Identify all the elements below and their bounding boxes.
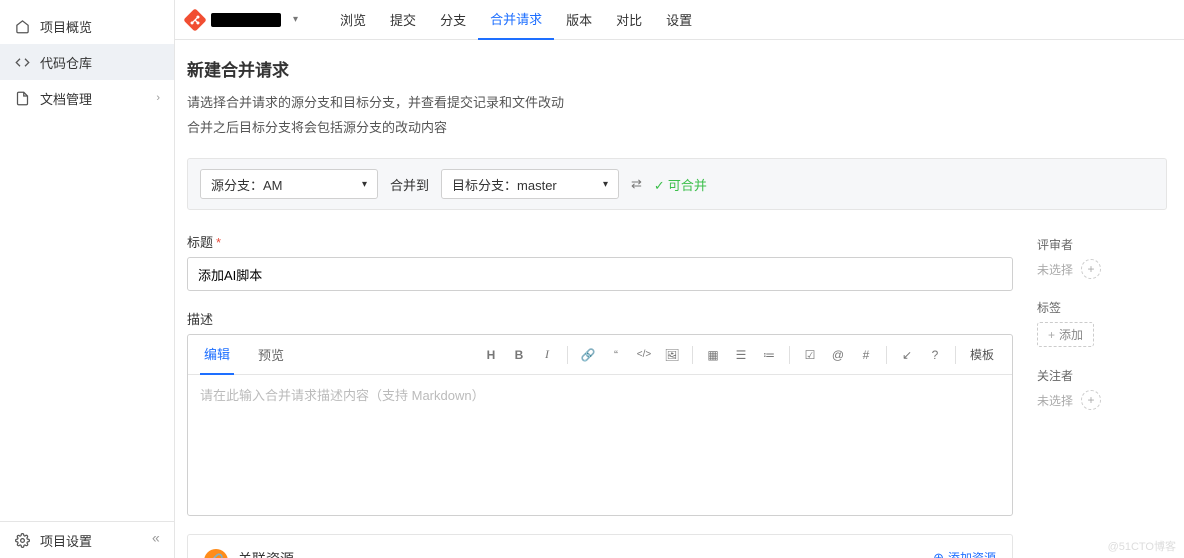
add-resource-button[interactable]: 添加资源 [933,549,996,558]
follower-unset: 未选择 [1037,392,1073,409]
image-icon[interactable]: 🖼 [660,343,684,367]
add-follower-button[interactable]: + [1081,390,1101,410]
gear-icon [14,532,30,548]
reviewer-label: 评审者 [1037,236,1167,253]
repo-tabs: ▾ 浏览 提交 分支 合并请求 版本 对比 设置 [175,0,1184,40]
add-reviewer-button[interactable]: + [1081,259,1101,279]
editor-tab-edit[interactable]: 编辑 [200,335,234,375]
branch-selector-bar: 源分支：AM ▾ 合并到 目标分支：master ▾ ⇄ 可合并 [187,158,1167,210]
mergeable-status: 可合并 [654,175,707,194]
related-resources-box: 🔗 关联资源 点击右上角"+"关联项目资源（里程碑、任务、合并请求等）及添加外部… [187,534,1013,558]
link-icon[interactable]: 🔗 [576,343,600,367]
collapse-icon[interactable]: » [152,532,160,548]
page-subtitle-1: 请选择合并请求的源分支和目标分支，并查看提交记录和文件改动 [187,91,1184,116]
fullscreen-icon[interactable]: ↙ [895,343,919,367]
code-icon [14,54,30,70]
sidebar-item-label: 文档管理 [40,89,92,108]
git-icon [181,5,209,33]
sidebar-item-label: 代码仓库 [40,53,92,72]
sidebar-item-overview[interactable]: 项目概览 [0,8,174,44]
chevron-down-icon: ▾ [603,179,608,190]
desc-label: 描述 [187,309,1013,328]
tab-compare[interactable]: 对比 [604,0,654,40]
tab-browse[interactable]: 浏览 [328,0,378,40]
repo-switch-caret[interactable]: ▾ [293,14,298,25]
description-editor: 编辑 预览 H B I 🔗 “ </> 🖼 [187,334,1013,516]
mention-icon[interactable]: @ [826,343,850,367]
sidebar-item-label: 项目概览 [40,17,92,36]
sidebar-item-docs[interactable]: 文档管理 › [0,80,174,116]
page-subtitle-2: 合并之后目标分支将会包括源分支的改动内容 [187,116,1184,141]
code-icon[interactable]: </> [632,343,656,367]
tab-branches[interactable]: 分支 [428,0,478,40]
chevron-down-icon: ▾ [362,179,367,190]
follower-label: 关注者 [1037,367,1167,384]
sidebar: 项目概览 代码仓库 文档管理 › [0,0,175,558]
title-input[interactable] [187,257,1013,291]
sidebar-item-repo[interactable]: 代码仓库 [0,44,174,80]
resource-title: 关联资源 [238,549,933,558]
bold-icon[interactable]: B [507,343,531,367]
title-label: 标题* [187,232,1013,251]
tab-merge-requests[interactable]: 合并请求 [478,0,554,40]
swap-branches-icon[interactable]: ⇄ [631,176,642,192]
quote-icon[interactable]: “ [604,343,628,367]
source-branch-select[interactable]: 源分支：AM ▾ [200,169,378,199]
sidebar-item-settings[interactable]: 项目设置 » [0,522,174,558]
hash-icon[interactable]: # [854,343,878,367]
tab-settings[interactable]: 设置 [654,0,704,40]
chevron-right-icon: › [156,92,160,104]
italic-icon[interactable]: I [535,343,559,367]
repo-name-redacted [211,13,281,27]
tag-label: 标签 [1037,299,1167,316]
template-button[interactable]: 模板 [964,346,1000,363]
sidebar-settings-label: 项目设置 [40,531,92,550]
tab-commits[interactable]: 提交 [378,0,428,40]
home-icon [14,18,30,34]
watermark: @51CTO博客 [1108,538,1176,554]
link-icon: 🔗 [204,549,228,558]
target-branch-select[interactable]: 目标分支：master ▾ [441,169,619,199]
merge-to-label: 合并到 [390,175,429,194]
list-ol-icon[interactable]: ≔ [757,343,781,367]
editor-tab-preview[interactable]: 预览 [254,335,288,375]
list-ul-icon[interactable]: ☰ [729,343,753,367]
add-tag-button[interactable]: 添加 [1037,322,1094,347]
description-textarea[interactable]: 请在此输入合并请求描述内容（支持 Markdown） [188,375,1012,515]
heading-icon[interactable]: H [479,343,503,367]
tab-releases[interactable]: 版本 [554,0,604,40]
help-icon[interactable]: ? [923,343,947,367]
reviewer-unset: 未选择 [1037,261,1073,278]
page-title: 新建合并请求 [187,56,1184,81]
doc-icon [14,90,30,106]
table-icon[interactable]: ▦ [701,343,725,367]
checkbox-icon[interactable]: ☑ [798,343,822,367]
editor-toolbar: H B I 🔗 “ </> 🖼 ▦ ☰ [479,343,1000,367]
